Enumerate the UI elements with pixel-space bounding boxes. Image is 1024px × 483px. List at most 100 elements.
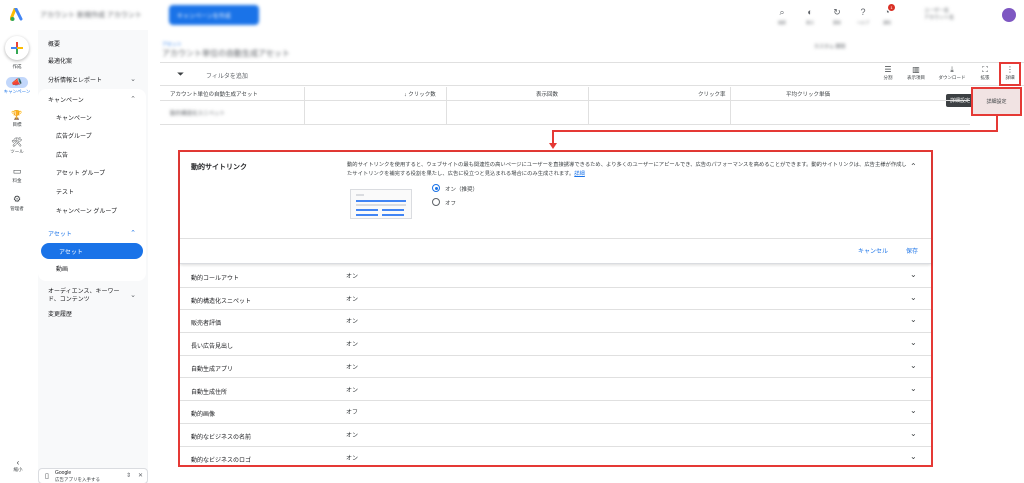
setting-row[interactable]: 長い広告見出し オン ⌄ xyxy=(180,333,931,356)
close-icon[interactable]: ✕ xyxy=(138,472,143,479)
help-icon[interactable]: ? xyxy=(856,7,870,17)
tools-icon: 🛠 xyxy=(11,137,23,147)
rail-item-admin[interactable]: ⚙ 管理者 xyxy=(0,194,34,212)
column-header-impressions[interactable]: 表示回数 xyxy=(536,90,558,98)
chevron-down-icon[interactable]: ⌄ xyxy=(910,315,917,324)
setting-row[interactable]: 動的なビジネスの名前 オン ⌄ xyxy=(180,424,931,447)
refresh-icon[interactable]: ↻ xyxy=(830,7,844,18)
avatar[interactable] xyxy=(1002,8,1016,22)
setting-row[interactable]: 動的画像 オフ ⌄ xyxy=(180,401,931,424)
table-header: アカウント単位の自動生成アセット ↓ クリック数 表示回数 クリック率 平均クリ… xyxy=(160,87,970,101)
nav-item-insights[interactable]: 分析情報とレポート ⌄ xyxy=(38,71,146,87)
chevron-down-icon[interactable]: ⌄ xyxy=(910,406,917,415)
setting-value: オン xyxy=(346,432,359,439)
table-toolbar: ⏷ フィルタを追加 ☰ 分割 ▥ 表示項目 ⤓ ダウンロード ⛶ 拡張 ⋮ 詳細 xyxy=(160,62,1024,86)
create-button[interactable] xyxy=(5,36,29,60)
tool-label: 表示項目 xyxy=(907,75,925,80)
help-label: ヘルプ xyxy=(857,20,869,25)
phone-icon: ▯ xyxy=(45,473,49,480)
date-range[interactable]: カスタム 期間 xyxy=(814,43,845,50)
create-campaign-button[interactable]: キャンペーンを作成 xyxy=(169,5,259,25)
appearance-label: 表示 xyxy=(806,20,814,25)
columns-icon: ▥ xyxy=(912,65,920,74)
preview-line xyxy=(356,194,364,196)
chevron-up-icon[interactable]: ⌃ xyxy=(910,162,917,171)
chevron-down-icon[interactable]: ⌄ xyxy=(910,429,917,438)
setting-value: オン xyxy=(346,296,359,303)
radio-on[interactable] xyxy=(432,184,440,192)
nav-item-change-history[interactable]: 変更履歴 xyxy=(38,305,146,321)
download-button[interactable]: ⤓ ダウンロード xyxy=(937,65,967,81)
setting-value: オン xyxy=(346,319,359,326)
google-ads-logo[interactable] xyxy=(10,8,24,22)
chevron-down-icon[interactable]: ⌄ xyxy=(910,361,917,370)
column-header-asset[interactable]: アカウント単位の自動生成アセット xyxy=(170,90,258,98)
rail-item-goals[interactable]: 🏆 目標 xyxy=(0,110,34,128)
nav-item-asset-groups[interactable]: アセット グループ xyxy=(38,164,146,180)
section-title: 動的サイトリンク xyxy=(191,164,247,171)
advanced-settings-menu-item[interactable]: 詳細設定 xyxy=(971,87,1022,116)
nav-item-campaigns[interactable]: キャンペーン xyxy=(38,109,146,125)
breadcrumb[interactable]: アセット xyxy=(162,41,182,48)
setting-row[interactable]: 自動生成住所 オン ⌄ xyxy=(180,379,931,402)
column-header-clicks[interactable]: ↓ クリック数 xyxy=(404,90,436,98)
cancel-button[interactable]: キャンセル xyxy=(858,246,888,255)
banner-subtitle: 広告アプリを入手する xyxy=(55,477,100,482)
add-filter-button[interactable]: フィルタを追加 xyxy=(206,71,248,80)
filter-icon[interactable]: ⏷ xyxy=(177,69,184,80)
setting-row[interactable]: 販売者評価 オン ⌄ xyxy=(180,310,931,334)
setting-row[interactable]: 動的なビジネスのロゴ オン ⌄ xyxy=(180,447,931,466)
row-asset-name: 動的構造化スニペット xyxy=(170,111,226,117)
setting-value: オフ xyxy=(346,410,359,417)
download-icon: ⤓ xyxy=(950,65,954,74)
rail-item-campaigns[interactable]: 📣 キャンペーン xyxy=(0,77,34,95)
swap-icon[interactable]: ⇕ xyxy=(126,472,131,479)
setting-value: オン xyxy=(346,342,359,349)
account-name[interactable]: アカウント 新規作成 アカウント xyxy=(40,10,142,20)
setting-row[interactable]: 動的構造化スニペット オン ⌄ xyxy=(180,288,931,311)
radio-off[interactable] xyxy=(432,198,440,206)
table-row[interactable]: 動的構造化スニペット xyxy=(160,101,970,125)
nav-item-ads[interactable]: 広告 xyxy=(38,146,146,162)
nav-item-assets[interactable]: アセット xyxy=(41,243,143,259)
search-icon[interactable]: ⌕ xyxy=(775,7,789,18)
chevron-down-icon[interactable]: ⌄ xyxy=(910,384,917,393)
page-title: アカウント単位の自動生成アセット xyxy=(162,49,290,58)
nav-group-campaigns-header[interactable]: キャンペーン ⌃ xyxy=(38,91,146,107)
chevron-down-icon: ⌄ xyxy=(130,76,136,83)
megaphone-icon: 📣 xyxy=(6,77,28,88)
nav-item-overview[interactable]: 概要 xyxy=(38,35,146,51)
nav-group-assets-header[interactable]: アセット ⌃ xyxy=(38,225,146,241)
chevron-down-icon[interactable]: ⌄ xyxy=(910,338,917,347)
rail-item-billing[interactable]: ▭ 料金 xyxy=(0,166,34,184)
annotation-arrow-head xyxy=(549,143,557,149)
collapse-rail-button[interactable]: ‹ 縮小 xyxy=(6,458,30,473)
section-description: 動的サイトリンクを使用すると、ウェブサイトの最も関連性の高いページにユーザーを直… xyxy=(347,162,907,177)
user-account: アカウント名 xyxy=(924,15,955,21)
column-header-ctr[interactable]: クリック率 xyxy=(698,90,726,98)
setting-row[interactable]: 動的コールアウト オン ⌄ xyxy=(180,265,931,288)
learn-more-link[interactable]: 詳細 xyxy=(574,171,585,177)
rail-item-tools[interactable]: 🛠 ツール xyxy=(0,137,34,155)
appearance-icon[interactable]: ◐ xyxy=(803,7,817,17)
rail-label: 料金 xyxy=(12,178,22,183)
banner-title: Google xyxy=(55,470,72,476)
user-account-info[interactable]: ユーザー名 アカウント名 xyxy=(924,8,954,22)
chevron-down-icon[interactable]: ⌄ xyxy=(910,452,917,461)
nav-item-campaign-groups[interactable]: キャンペーン グループ xyxy=(38,202,146,218)
column-header-cpc[interactable]: 平均クリック単価 xyxy=(786,90,830,98)
setting-row[interactable]: 自動生成アプリ オン ⌄ xyxy=(180,356,931,379)
nav-item-recommendations[interactable]: 最適化案 xyxy=(38,52,146,68)
setting-name: 自動生成アプリ xyxy=(191,366,234,373)
segment-button[interactable]: ☰ 分割 xyxy=(873,65,903,81)
chevron-down-icon[interactable]: ⌄ xyxy=(910,270,917,279)
nav-item-experiments[interactable]: テスト xyxy=(38,183,146,199)
columns-button[interactable]: ▥ 表示項目 xyxy=(901,65,931,81)
nav-item-videos[interactable]: 動画 xyxy=(38,260,146,276)
save-button[interactable]: 保存 xyxy=(906,246,918,255)
nav-item-ad-groups[interactable]: 広告グループ xyxy=(38,127,146,143)
get-google-ads-app-banner[interactable]: ▯ Google 広告アプリを入手する ⇕ ✕ xyxy=(38,468,148,483)
collapse-label: 縮小 xyxy=(13,467,23,472)
chevron-down-icon[interactable]: ⌄ xyxy=(910,293,917,302)
preview-line xyxy=(356,200,406,202)
